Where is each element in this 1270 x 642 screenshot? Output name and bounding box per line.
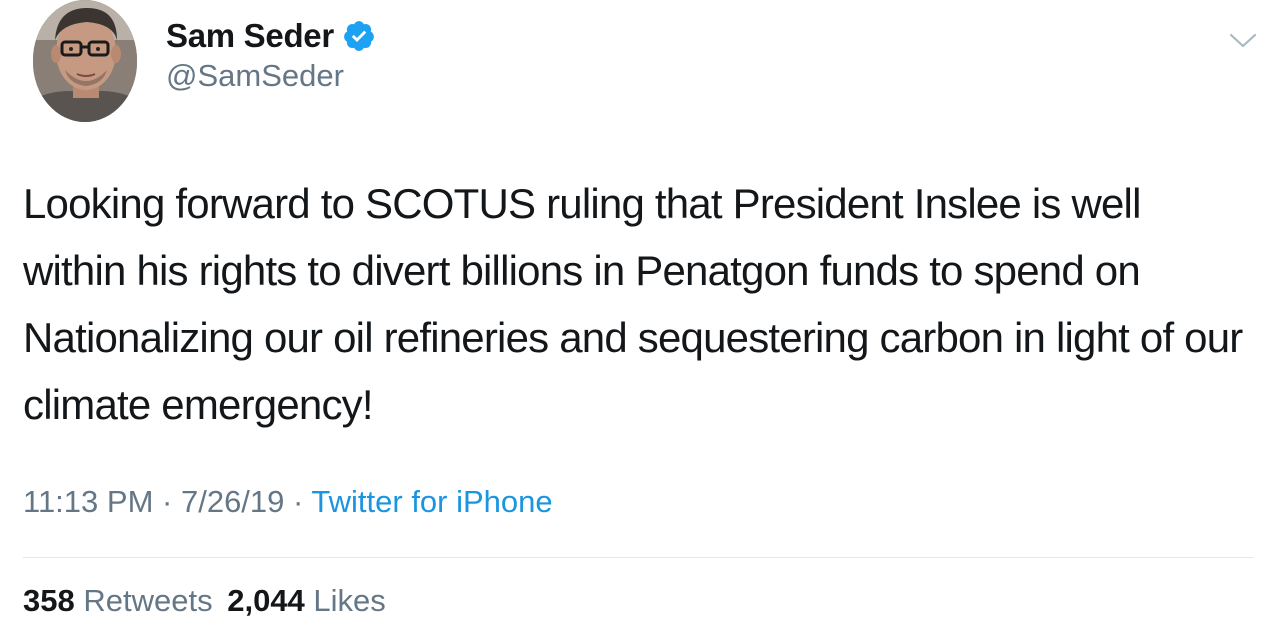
avatar[interactable] (33, 0, 137, 122)
tweet-meta: 11:13 PM · 7/26/19 · Twitter for iPhone (23, 484, 553, 520)
tweet-source-link[interactable]: Twitter for iPhone (311, 484, 552, 519)
likes-stat[interactable]: 2,044 Likes (227, 583, 386, 618)
retweets-stat[interactable]: 358 Retweets (23, 583, 221, 618)
retweets-label: Retweets (83, 583, 213, 618)
meta-separator: · (293, 484, 304, 519)
author-name-row: Sam Seder (166, 14, 376, 58)
verified-badge-icon (342, 19, 376, 53)
tweet-card: Sam Seder @SamSeder Looking forward to S… (0, 0, 1270, 642)
chevron-down-icon[interactable] (1228, 28, 1258, 52)
author-handle[interactable]: @SamSeder (166, 58, 344, 94)
meta-separator: · (162, 484, 173, 519)
tweet-text: Looking forward to SCOTUS ruling that Pr… (23, 180, 1243, 428)
retweets-count: 358 (23, 583, 75, 618)
author-display-name[interactable]: Sam Seder (166, 17, 334, 55)
tweet-stats: 358 Retweets 2,044 Likes (23, 583, 386, 619)
tweet-time[interactable]: 11:13 PM (23, 484, 153, 519)
divider (23, 557, 1253, 558)
likes-label: Likes (313, 583, 386, 618)
likes-count: 2,044 (227, 583, 305, 618)
avatar-photo (33, 0, 137, 122)
tweet-date[interactable]: 7/26/19 (181, 484, 284, 519)
